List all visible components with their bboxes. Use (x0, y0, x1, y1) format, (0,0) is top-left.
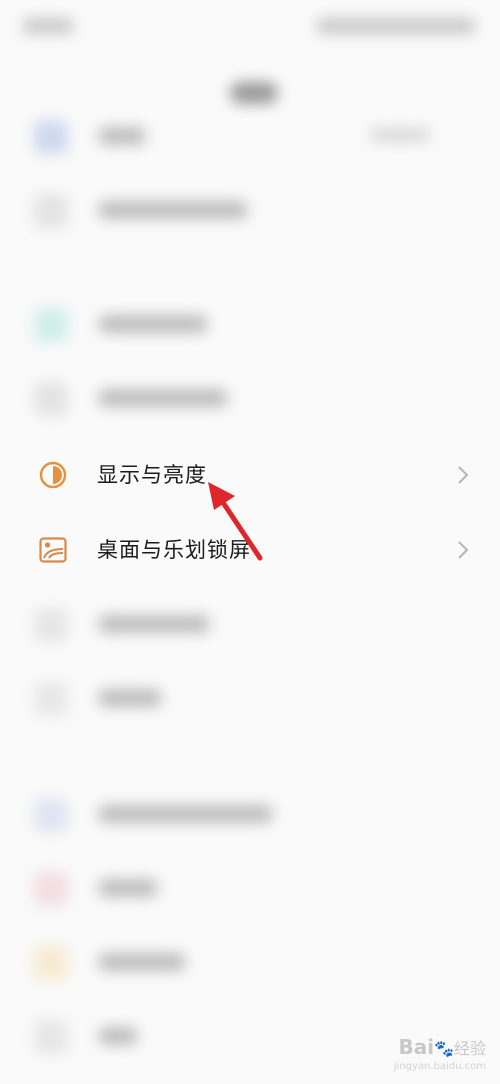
annotation-arrow-icon (208, 482, 263, 561)
blurred-icon (34, 608, 68, 642)
half-circle-brightness-icon (39, 461, 67, 489)
blurred-icon (34, 872, 68, 906)
blurred-label (98, 201, 248, 219)
blurred-settings-row[interactable] (0, 864, 500, 914)
blurred-settings-row[interactable] (0, 938, 500, 988)
blurred-label (98, 689, 162, 707)
watermark-url: jingyan.baidu.com (393, 1061, 486, 1072)
blurred-label (98, 315, 208, 333)
watermark-brand: Bai (398, 1035, 435, 1059)
blurred-icon (34, 308, 68, 342)
blurred-settings-row[interactable] (0, 600, 500, 650)
blurred-label (98, 127, 146, 145)
blurred-settings-row[interactable] (0, 790, 500, 840)
chevron-right-icon (458, 541, 469, 559)
blurred-settings-row[interactable] (0, 374, 500, 424)
blurred-settings-row[interactable] (0, 300, 500, 350)
blurred-icon (34, 1020, 68, 1054)
blurred-icon (34, 382, 68, 416)
status-icons-placeholder (316, 18, 476, 34)
baidu-watermark: Bai🐾经验 jingyan.baidu.com (393, 1035, 486, 1076)
blurred-label (98, 879, 158, 897)
watermark-suffix: 经验 (453, 1039, 486, 1058)
blurred-value (370, 128, 430, 142)
blurred-label (98, 1027, 138, 1045)
blurred-settings-row[interactable] (0, 186, 500, 236)
blurred-icon (34, 946, 68, 980)
blurred-label (98, 953, 186, 971)
page-title-placeholder (230, 82, 278, 104)
status-bar (0, 0, 500, 60)
settings-item-label: 显示与亮度 (97, 463, 207, 487)
blurred-label (98, 805, 273, 823)
blurred-label (98, 389, 228, 407)
blurred-icon (34, 798, 68, 832)
wallpaper-icon (39, 537, 67, 563)
blurred-settings-row[interactable] (0, 674, 500, 724)
blurred-settings-row[interactable] (0, 112, 500, 162)
blurred-icon (34, 120, 68, 154)
paw-icon: 🐾 (434, 1039, 454, 1058)
blurred-icon (34, 194, 68, 228)
blurred-icon (34, 682, 68, 716)
blurred-label (98, 615, 210, 633)
chevron-right-icon (458, 466, 469, 484)
status-time-placeholder (22, 18, 74, 34)
